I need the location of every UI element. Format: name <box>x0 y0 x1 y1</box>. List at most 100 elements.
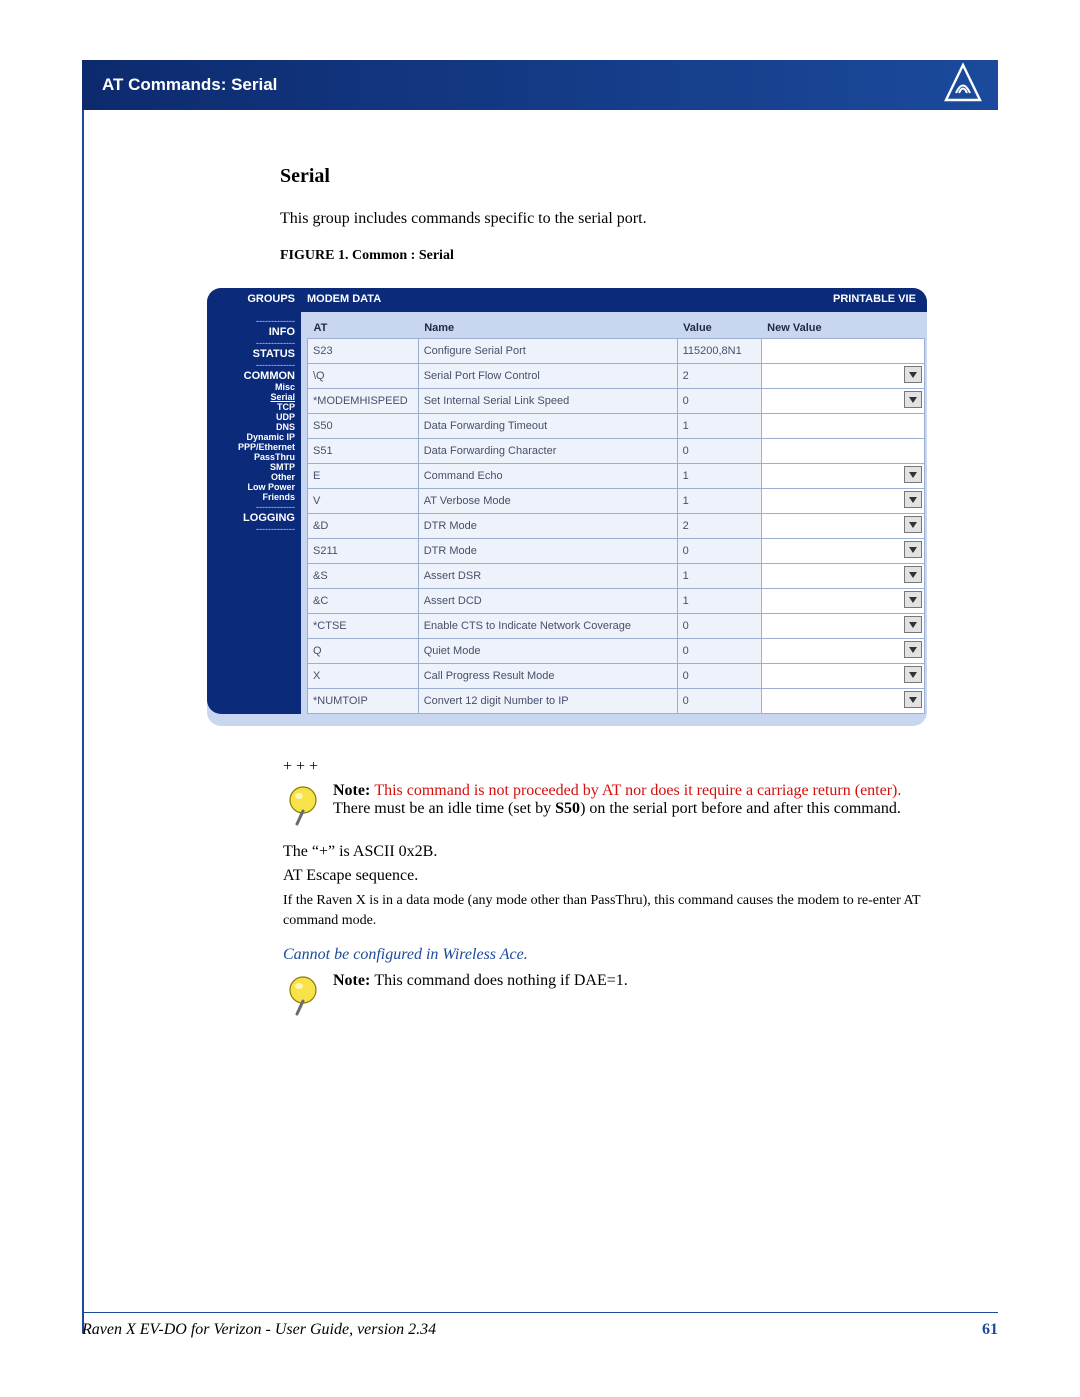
post-figure-text: + + + Note: This command is not proceede… <box>283 758 938 1033</box>
cell-name: Convert 12 digit Number to IP <box>418 689 677 714</box>
ss-nav-other[interactable]: Other <box>207 472 295 482</box>
cell-at: *NUMTOIP <box>308 689 419 714</box>
cell-newvalue[interactable] <box>761 364 924 389</box>
dropdown-arrow-icon[interactable] <box>904 541 922 558</box>
figure-title: Common : Serial <box>352 248 454 263</box>
cell-newvalue[interactable] <box>761 589 924 614</box>
cell-at: S23 <box>308 339 419 364</box>
table-row: S51Data Forwarding Character0 <box>308 439 925 464</box>
table-row: &SAssert DSR1 <box>308 564 925 589</box>
pushpin-icon <box>283 782 323 833</box>
cell-newvalue[interactable] <box>761 689 924 714</box>
cell-value: 1 <box>677 564 761 589</box>
cell-value: 1 <box>677 414 761 439</box>
cell-newvalue[interactable] <box>761 339 924 364</box>
cell-at: X <box>308 664 419 689</box>
cell-at: S51 <box>308 439 419 464</box>
cell-at: V <box>308 489 419 514</box>
cell-newvalue[interactable] <box>761 489 924 514</box>
ss-nav-status[interactable]: STATUS <box>207 348 295 360</box>
dropdown-arrow-icon[interactable] <box>904 466 922 483</box>
cell-at: *MODEMHISPEED <box>308 389 419 414</box>
cell-newvalue[interactable] <box>761 439 924 464</box>
cell-at: Q <box>308 639 419 664</box>
ss-nav-misc[interactable]: Misc <box>207 382 295 392</box>
dropdown-arrow-icon[interactable] <box>904 566 922 583</box>
ss-nav-friends[interactable]: Friends <box>207 492 295 502</box>
note2-text: This command does nothing if DAE=1. <box>374 972 627 989</box>
cell-newvalue[interactable] <box>761 389 924 414</box>
cell-at: S211 <box>308 539 419 564</box>
ss-groups-header: GROUPS <box>207 288 301 312</box>
dropdown-arrow-icon[interactable] <box>904 366 922 383</box>
ss-nav-serial[interactable]: Serial <box>207 392 295 402</box>
cell-at: S50 <box>308 414 419 439</box>
col-name: Name <box>418 318 677 339</box>
table-row: XCall Progress Result Mode0 <box>308 664 925 689</box>
dropdown-arrow-icon[interactable] <box>904 666 922 683</box>
cell-name: Set Internal Serial Link Speed <box>418 389 677 414</box>
cell-at: &D <box>308 514 419 539</box>
table-row: ECommand Echo1 <box>308 464 925 489</box>
cell-name: DTR Mode <box>418 514 677 539</box>
cell-newvalue[interactable] <box>761 664 924 689</box>
dropdown-arrow-icon[interactable] <box>904 516 922 533</box>
dropdown-arrow-icon[interactable] <box>904 491 922 508</box>
cell-value: 0 <box>677 439 761 464</box>
table-row: *CTSEEnable CTS to Indicate Network Cove… <box>308 614 925 639</box>
cell-newvalue[interactable] <box>761 514 924 539</box>
cell-name: Assert DCD <box>418 589 677 614</box>
ss-nav-info[interactable]: INFO <box>207 326 295 338</box>
ss-nav-ppp[interactable]: PPP/Ethernet <box>207 442 295 452</box>
cell-value: 115200,8N1 <box>677 339 761 364</box>
ss-nav-udp[interactable]: UDP <box>207 412 295 422</box>
dropdown-arrow-icon[interactable] <box>904 691 922 708</box>
header-title: AT Commands: Serial <box>102 75 277 95</box>
dropdown-arrow-icon[interactable] <box>904 391 922 408</box>
table-row: S50Data Forwarding Timeout1 <box>308 414 925 439</box>
note1-s50: S50 <box>555 800 580 817</box>
cell-at: \Q <box>308 364 419 389</box>
cell-name: Serial Port Flow Control <box>418 364 677 389</box>
cell-value: 0 <box>677 614 761 639</box>
ss-nav-passthru[interactable]: PassThru <box>207 452 295 462</box>
col-value: Value <box>677 318 761 339</box>
cell-value: 1 <box>677 464 761 489</box>
cell-name: Quiet Mode <box>418 639 677 664</box>
cell-newvalue[interactable] <box>761 639 924 664</box>
cell-value: 1 <box>677 489 761 514</box>
table-row: S211DTR Mode0 <box>308 539 925 564</box>
dropdown-arrow-icon[interactable] <box>904 616 922 633</box>
ss-nav-smtp[interactable]: SMTP <box>207 462 295 472</box>
table-row: *NUMTOIPConvert 12 digit Number to IP0 <box>308 689 925 714</box>
page-header: AT Commands: Serial <box>82 60 998 110</box>
ss-printable-header: PRINTABLE VIE <box>833 288 927 312</box>
dropdown-arrow-icon[interactable] <box>904 641 922 658</box>
note2-bold: Note: <box>333 972 374 989</box>
cell-newvalue[interactable] <box>761 464 924 489</box>
ss-modem-header: MODEM DATA <box>301 288 833 312</box>
cell-value: 0 <box>677 539 761 564</box>
ss-nav-logging[interactable]: LOGGING <box>207 512 295 524</box>
table-row: &CAssert DCD1 <box>308 589 925 614</box>
note1-bold: Note: <box>333 782 374 799</box>
line-small: If the Raven X is in a data mode (any mo… <box>283 891 938 930</box>
ss-nav-tcp[interactable]: TCP <box>207 402 295 412</box>
ss-nav-dynamicip[interactable]: Dynamic IP <box>207 432 295 442</box>
table-row: \QSerial Port Flow Control2 <box>308 364 925 389</box>
cell-newvalue[interactable] <box>761 564 924 589</box>
ss-nav-common[interactable]: COMMON <box>207 370 295 382</box>
line-escape: AT Escape sequence. <box>283 867 938 885</box>
ss-nav-dns[interactable]: DNS <box>207 422 295 432</box>
left-rule <box>82 60 84 1333</box>
cell-newvalue[interactable] <box>761 614 924 639</box>
pushpin-icon <box>283 972 323 1023</box>
cannot-configure: Cannot be configured in Wireless Ace. <box>283 946 938 964</box>
ss-nav-lowpower[interactable]: Low Power <box>207 482 295 492</box>
cell-name: Command Echo <box>418 464 677 489</box>
cell-value: 2 <box>677 364 761 389</box>
dropdown-arrow-icon[interactable] <box>904 591 922 608</box>
table-row: &DDTR Mode2 <box>308 514 925 539</box>
cell-newvalue[interactable] <box>761 414 924 439</box>
cell-newvalue[interactable] <box>761 539 924 564</box>
